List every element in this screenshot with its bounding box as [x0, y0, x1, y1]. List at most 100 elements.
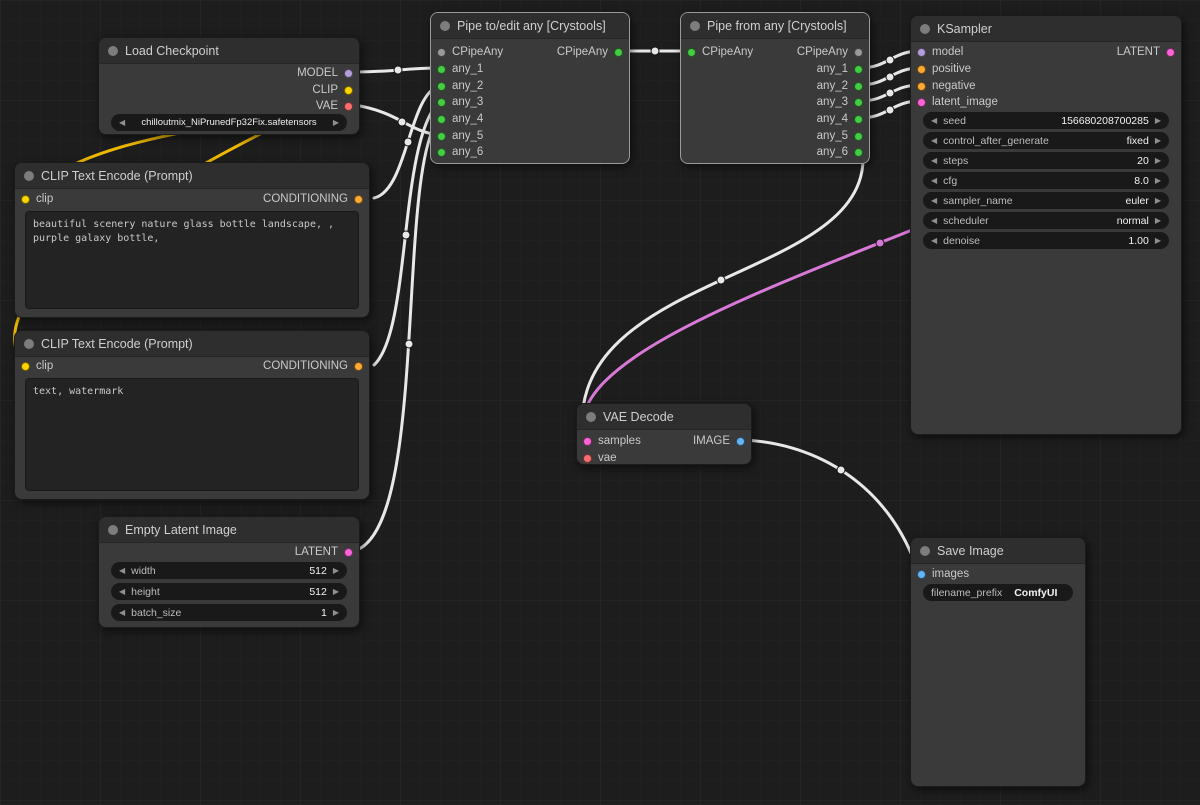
decrement-arrow-icon[interactable]: ◀: [931, 117, 937, 125]
input-slot-images[interactable]: images: [917, 566, 969, 582]
cpipeany-port-icon[interactable]: [687, 48, 696, 57]
collapse-dot-icon[interactable]: [586, 412, 596, 422]
widget-filename-prefix[interactable]: filename_prefix ComfyUI: [923, 584, 1073, 601]
decrement-arrow-icon[interactable]: ◀: [931, 137, 937, 145]
increment-arrow-icon[interactable]: ▶: [1155, 157, 1161, 165]
node-clip-text-encode-positive[interactable]: CLIP Text Encode (Prompt) clip CONDITION…: [14, 162, 370, 318]
widget-batch-size[interactable]: ◀ batch_size 1 ▶: [111, 604, 347, 621]
collapse-dot-icon[interactable]: [690, 21, 700, 31]
input-slot-negative[interactable]: negative: [917, 78, 975, 94]
increment-arrow-icon[interactable]: ▶: [333, 567, 339, 575]
any-port-icon[interactable]: [854, 148, 863, 157]
input-slot-cpipeany[interactable]: CPipeAny: [687, 44, 753, 60]
node-header[interactable]: KSampler: [911, 16, 1181, 42]
conditioning-port-icon[interactable]: [354, 362, 363, 371]
output-slot-any3[interactable]: any_3: [817, 94, 863, 110]
output-slot-any4[interactable]: any_4: [817, 111, 863, 127]
node-header[interactable]: Pipe from any [Crystools]: [681, 13, 869, 39]
any-port-icon[interactable]: [437, 132, 446, 141]
clip-port-icon[interactable]: [21, 195, 30, 204]
collapse-dot-icon[interactable]: [440, 21, 450, 31]
node-pipe-to-edit-any[interactable]: Pipe to/edit any [Crystools] CPipeAny CP…: [430, 12, 630, 164]
node-empty-latent-image[interactable]: Empty Latent Image LATENT ◀ width 512 ▶ …: [98, 516, 360, 628]
output-slot-cpipeany[interactable]: CPipeAny: [557, 44, 623, 60]
widget-denoise[interactable]: ◀ denoise 1.00 ▶: [923, 232, 1169, 249]
widget-seed[interactable]: ◀ seed 156680208700285 ▶: [923, 112, 1169, 129]
input-slot-positive[interactable]: positive: [917, 61, 971, 77]
output-slot-model[interactable]: MODEL: [297, 65, 353, 81]
increment-arrow-icon[interactable]: ▶: [333, 609, 339, 617]
widget-width[interactable]: ◀ width 512 ▶: [111, 562, 347, 579]
input-slot-latent-image[interactable]: latent_image: [917, 94, 998, 110]
latent-port-icon[interactable]: [583, 437, 592, 446]
output-slot-any2[interactable]: any_2: [817, 78, 863, 94]
node-header[interactable]: Save Image: [911, 538, 1085, 564]
decrement-arrow-icon[interactable]: ◀: [119, 609, 125, 617]
vae-port-icon[interactable]: [583, 454, 592, 463]
collapse-dot-icon[interactable]: [108, 525, 118, 535]
widget-ckpt-name[interactable]: ◀ chilloutmix_NiPrunedFp32Fix.safetensor…: [111, 114, 347, 131]
output-slot-conditioning[interactable]: CONDITIONING: [263, 191, 363, 207]
input-slot-clip[interactable]: clip: [21, 358, 53, 374]
widget-cfg[interactable]: ◀ cfg 8.0 ▶: [923, 172, 1169, 189]
input-slot-model[interactable]: model: [917, 44, 963, 60]
any-port-icon[interactable]: [854, 98, 863, 107]
decrement-arrow-icon[interactable]: ◀: [931, 217, 937, 225]
node-clip-text-encode-negative[interactable]: CLIP Text Encode (Prompt) clip CONDITION…: [14, 330, 370, 500]
any-port-icon[interactable]: [854, 65, 863, 74]
output-slot-clip[interactable]: CLIP: [312, 82, 353, 98]
output-slot-any1[interactable]: any_1: [817, 61, 863, 77]
node-header[interactable]: Empty Latent Image: [99, 517, 359, 543]
input-slot-any2[interactable]: any_2: [437, 78, 483, 94]
node-pipe-from-any[interactable]: Pipe from any [Crystools] CPipeAny CPipe…: [680, 12, 870, 164]
input-slot-any6[interactable]: any_6: [437, 144, 483, 160]
output-slot-vae[interactable]: VAE: [316, 98, 353, 114]
node-header[interactable]: CLIP Text Encode (Prompt): [15, 331, 369, 357]
increment-arrow-icon[interactable]: ▶: [1155, 217, 1161, 225]
decrement-arrow-icon[interactable]: ◀: [119, 567, 125, 575]
node-header[interactable]: Pipe to/edit any [Crystools]: [431, 13, 629, 39]
collapse-dot-icon[interactable]: [920, 546, 930, 556]
increment-arrow-icon[interactable]: ▶: [1155, 137, 1161, 145]
decrement-arrow-icon[interactable]: ◀: [119, 588, 125, 596]
output-slot-cpipeany[interactable]: CPipeAny: [797, 44, 863, 60]
decrement-arrow-icon[interactable]: ◀: [931, 197, 937, 205]
conditioning-port-icon[interactable]: [917, 65, 926, 74]
cpipeany-port-icon[interactable]: [614, 48, 623, 57]
output-slot-any5[interactable]: any_5: [817, 128, 863, 144]
vae-port-icon[interactable]: [344, 102, 353, 111]
widget-scheduler[interactable]: ◀ scheduler normal ▶: [923, 212, 1169, 229]
widget-control-after-generate[interactable]: ◀ control_after_generate fixed ▶: [923, 132, 1169, 149]
any-port-icon[interactable]: [437, 82, 446, 91]
image-port-icon[interactable]: [917, 570, 926, 579]
node-header[interactable]: VAE Decode: [577, 404, 751, 430]
output-slot-latent[interactable]: LATENT: [295, 544, 353, 560]
increment-arrow-icon[interactable]: ▶: [333, 588, 339, 596]
clip-port-icon[interactable]: [344, 86, 353, 95]
any-port-icon[interactable]: [437, 98, 446, 107]
decrement-arrow-icon[interactable]: ◀: [931, 157, 937, 165]
model-port-icon[interactable]: [917, 48, 926, 57]
any-port-icon[interactable]: [437, 65, 446, 74]
cpipeany-port-icon[interactable]: [854, 48, 863, 57]
input-slot-samples[interactable]: samples: [583, 433, 641, 449]
increment-arrow-icon[interactable]: ▶: [1155, 177, 1161, 185]
collapse-dot-icon[interactable]: [24, 171, 34, 181]
node-load-checkpoint[interactable]: Load Checkpoint MODEL CLIP VAE ◀ chillou…: [98, 37, 360, 135]
conditioning-port-icon[interactable]: [917, 82, 926, 91]
any-port-icon[interactable]: [854, 132, 863, 141]
node-header[interactable]: CLIP Text Encode (Prompt): [15, 163, 369, 189]
node-vae-decode[interactable]: VAE Decode samples IMAGE vae: [576, 403, 752, 465]
output-slot-conditioning[interactable]: CONDITIONING: [263, 358, 363, 374]
negative-prompt-textarea[interactable]: text, watermark: [25, 378, 359, 491]
input-slot-clip[interactable]: clip: [21, 191, 53, 207]
model-port-icon[interactable]: [344, 69, 353, 78]
node-save-image[interactable]: Save Image images filename_prefix ComfyU…: [910, 537, 1086, 787]
output-slot-any6[interactable]: any_6: [817, 144, 863, 160]
positive-prompt-textarea[interactable]: beautiful scenery nature glass bottle la…: [25, 211, 359, 309]
widget-steps[interactable]: ◀ steps 20 ▶: [923, 152, 1169, 169]
increment-arrow-icon[interactable]: ▶: [1155, 117, 1161, 125]
widget-sampler-name[interactable]: ◀ sampler_name euler ▶: [923, 192, 1169, 209]
node-header[interactable]: Load Checkpoint: [99, 38, 359, 64]
increment-arrow-icon[interactable]: ▶: [1155, 237, 1161, 245]
